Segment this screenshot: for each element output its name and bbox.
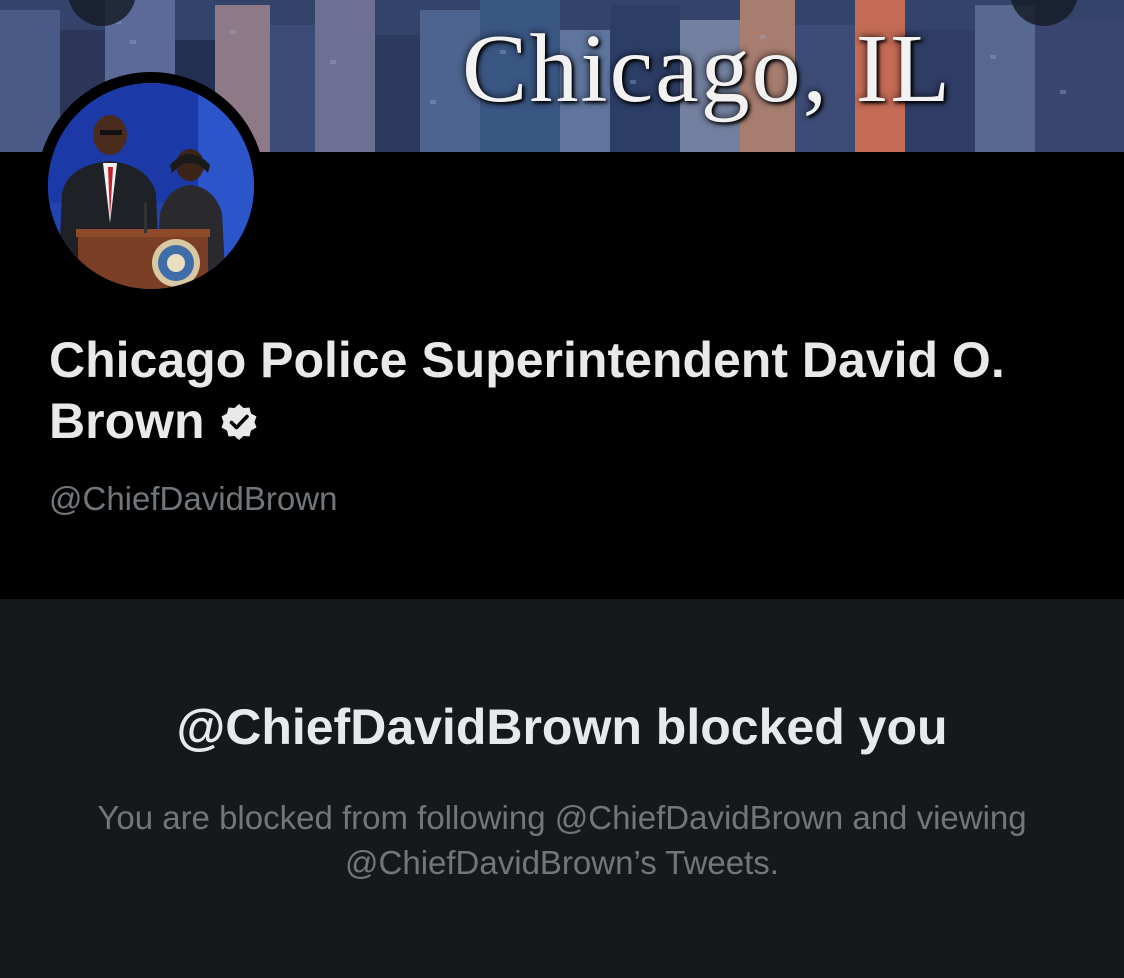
blocked-notice-panel (0, 599, 1124, 978)
blocked-title: @ChiefDavidBrown blocked you (176, 699, 948, 755)
blocked-description: You are blocked from following @ChiefDav… (97, 799, 1027, 881)
banner-text: Chicago, IL (462, 15, 953, 123)
avatar-photo (48, 83, 254, 289)
profile-handle: @ChiefDavidBrown (49, 480, 338, 517)
verified-badge-icon (219, 395, 259, 456)
profile-display-name: Chicago Police Superintendent David O. B… (49, 330, 1049, 456)
avatar[interactable] (48, 83, 254, 289)
display-name-text: Chicago Police Superintendent David O. B… (49, 332, 1005, 449)
